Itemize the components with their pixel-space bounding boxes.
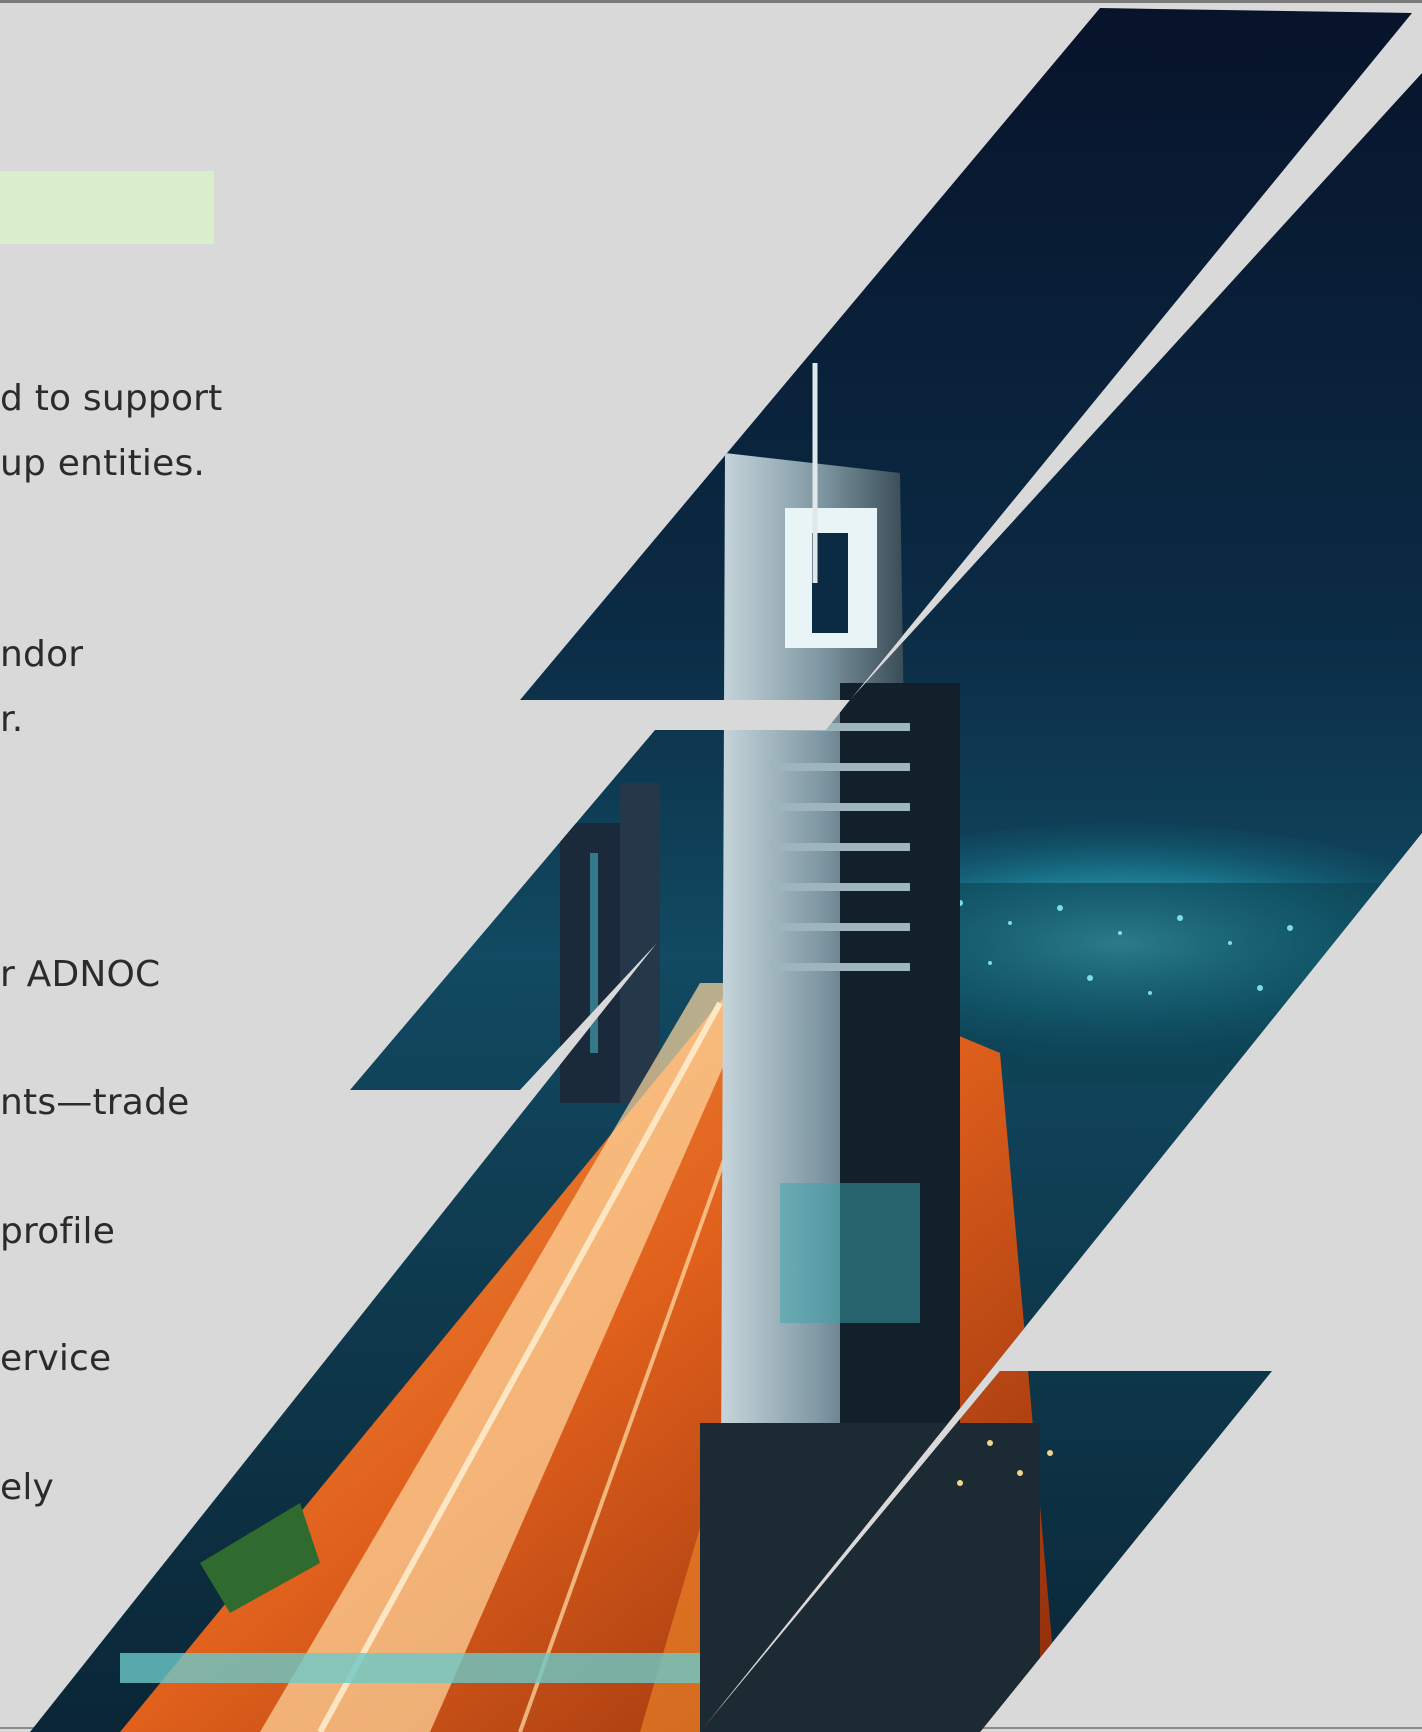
slide-frame: d to support up entities. ndor r. r ADNO…: [0, 0, 1422, 1732]
city-night-photo-collage: [30, 8, 1422, 1732]
